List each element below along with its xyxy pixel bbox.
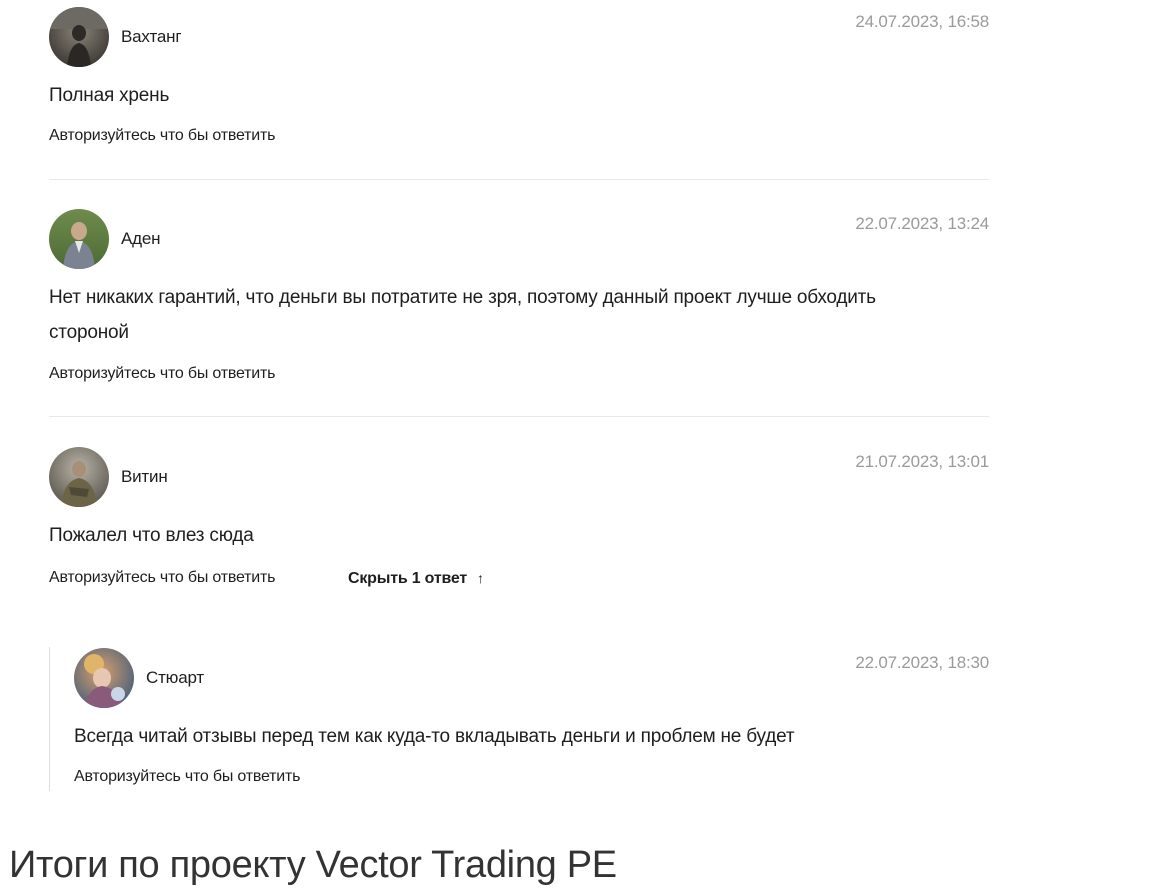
avatar-photo (74, 648, 134, 708)
avatar (74, 648, 134, 708)
arrow-up-icon: ↑ (477, 570, 484, 586)
avatar-photo (49, 7, 109, 67)
comment-text: Нет никаких гарантий, что деньги вы потр… (49, 280, 929, 350)
comment-text: Всегда читай отзывы перед тем как куда-т… (74, 726, 795, 747)
comment-author: Вахтанг (121, 27, 182, 46)
hide-replies-button[interactable]: Скрыть 1 ответ ↑ (348, 568, 484, 589)
avatar-photo (49, 447, 109, 507)
comment-date: 24.07.2023, 16:58 (855, 12, 989, 31)
authorize-to-reply-link[interactable]: Авторизуйтесь что бы ответить (49, 364, 275, 384)
reply-thread: Стюарт 22.07.2023, 18:30 Всегда читай от… (49, 647, 990, 791)
comment-date: 22.07.2023, 18:30 (855, 653, 989, 672)
authorize-to-reply-link[interactable]: Авторизуйтесь что бы ответить (74, 767, 300, 787)
comment-date: 21.07.2023, 13:01 (855, 452, 989, 471)
comment-text: Пожалел что влез сюда (49, 525, 254, 546)
comment-author: Аден (121, 229, 161, 248)
comment-divider (49, 179, 989, 180)
avatar (49, 209, 109, 269)
comment-date: 22.07.2023, 13:24 (855, 214, 989, 233)
hide-replies-label: Скрыть 1 ответ (348, 570, 468, 587)
comment-divider (49, 416, 989, 417)
comment-header: Вахтанг 24.07.2023, 16:58 (49, 7, 989, 67)
section-heading: Итоги по проекту Vector Trading PE (9, 844, 617, 886)
authorize-to-reply-link[interactable]: Авторизуйтесь что бы ответить (49, 126, 275, 146)
comment-header: Стюарт 22.07.2023, 18:30 (74, 648, 989, 708)
authorize-to-reply-link[interactable]: Авторизуйтесь что бы ответить (49, 568, 275, 588)
comment-author: Стюарт (146, 668, 204, 687)
avatar-photo (49, 209, 109, 269)
comment-header: Аден 22.07.2023, 13:24 (49, 209, 989, 269)
avatar (49, 447, 109, 507)
comment-text-line: Нет никаких гарантий, что деньги вы потр… (49, 287, 876, 308)
comment-author: Витин (121, 467, 168, 486)
avatar (49, 7, 109, 67)
comment-header: Витин 21.07.2023, 13:01 (49, 447, 989, 507)
comment-text: Полная хрень (49, 85, 170, 106)
comment-text-line: стороной (49, 322, 129, 343)
